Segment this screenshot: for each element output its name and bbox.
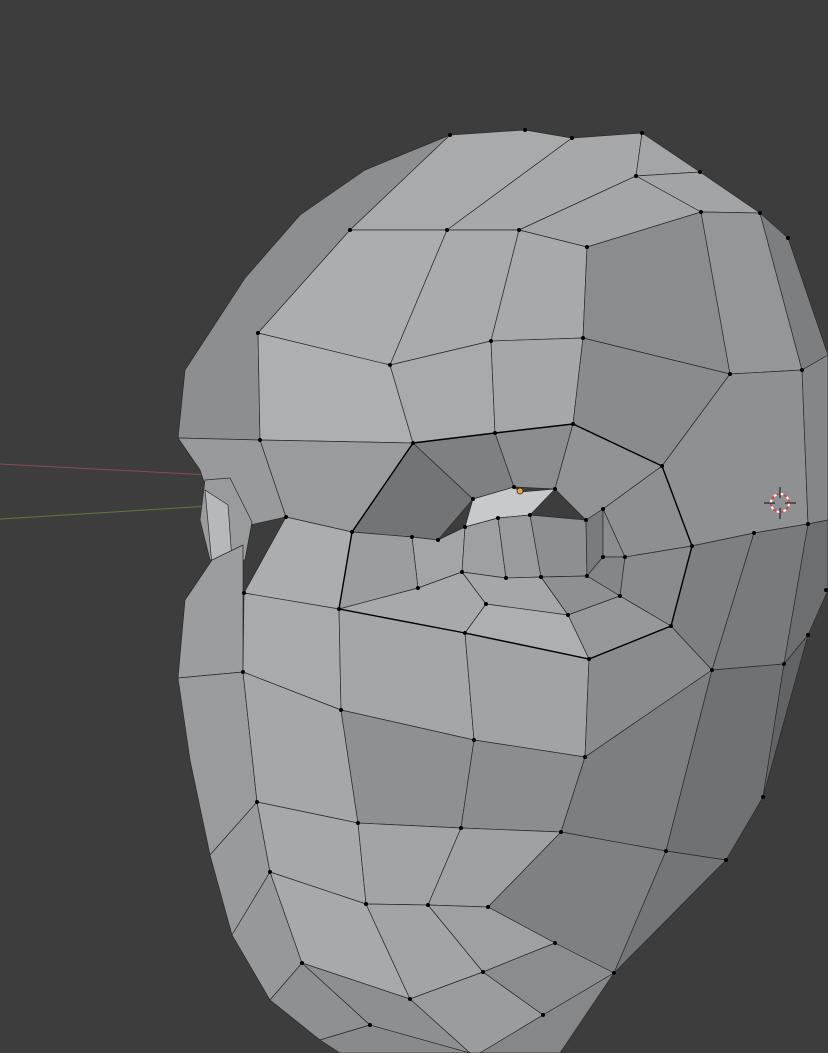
y-axis-line [0,505,211,520]
active-vertex[interactable] [516,487,524,495]
3d-viewport[interactable] [0,0,828,1053]
x-axis-line [0,463,211,476]
viewport-canvas[interactable] [0,0,828,1053]
head-mesh[interactable] [177,129,828,1053]
